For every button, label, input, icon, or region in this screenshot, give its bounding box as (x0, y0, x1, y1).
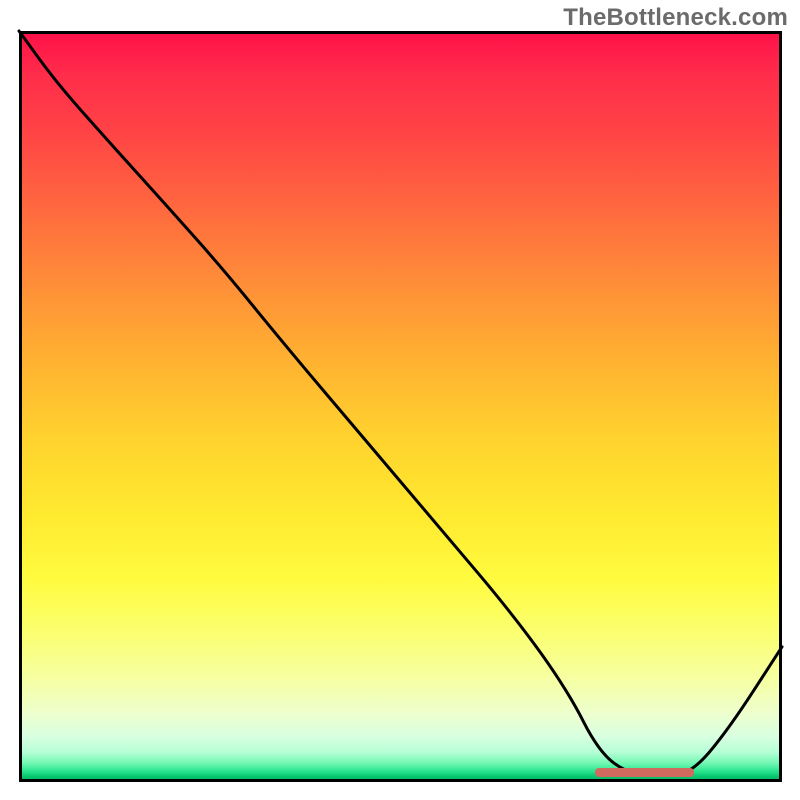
watermark-text: TheBottleneck.com (563, 4, 788, 32)
plot-gradient-background (19, 31, 782, 782)
chart-frame: TheBottleneck.com (0, 0, 800, 800)
